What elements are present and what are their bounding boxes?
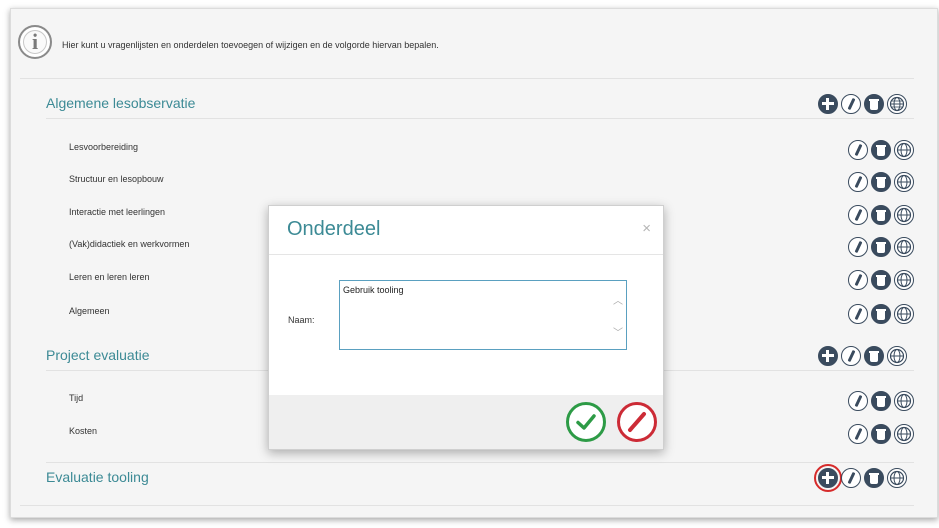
item-actions — [848, 140, 914, 160]
list-item-interactie[interactable]: Interactie met leerlingen — [69, 207, 165, 217]
dialog-title: Onderdeel — [287, 218, 381, 240]
item-actions — [848, 237, 914, 257]
delete-trash-icon[interactable] — [871, 172, 891, 192]
item-actions — [848, 391, 914, 411]
delete-trash-icon[interactable] — [871, 391, 891, 411]
list-item-structuur[interactable]: Structuur en lesopbouw — [69, 174, 164, 184]
item-actions — [848, 172, 914, 192]
add-item-plus-icon[interactable] — [818, 346, 838, 366]
confirm-button[interactable] — [566, 402, 606, 442]
add-item-plus-icon[interactable] — [818, 94, 838, 114]
section-title-project-evaluatie[interactable]: Project evaluatie — [46, 347, 150, 363]
translate-globe-icon[interactable] — [887, 94, 907, 114]
info-divider — [20, 78, 914, 79]
dialog-header: Onderdeel × — [269, 206, 663, 255]
bottom-divider — [20, 505, 914, 506]
section-divider — [46, 118, 914, 119]
list-item-leren[interactable]: Leren en leren leren — [69, 272, 150, 282]
delete-trash-icon[interactable] — [864, 468, 884, 488]
edit-pencil-icon[interactable] — [841, 94, 861, 114]
scroll-up-icon[interactable]: ︿ — [613, 292, 623, 307]
translate-globe-icon[interactable] — [894, 304, 914, 324]
delete-trash-icon[interactable] — [871, 424, 891, 444]
delete-trash-icon[interactable] — [871, 140, 891, 160]
translate-globe-icon[interactable] — [894, 270, 914, 290]
edit-pencil-icon[interactable] — [848, 140, 868, 160]
item-actions — [848, 205, 914, 225]
translate-globe-icon[interactable] — [894, 424, 914, 444]
edit-pencil-icon[interactable] — [848, 304, 868, 324]
delete-trash-icon[interactable] — [871, 304, 891, 324]
section-title-evaluatie-tooling[interactable]: Evaluatie tooling — [46, 469, 149, 485]
delete-trash-icon[interactable] — [864, 94, 884, 114]
name-field[interactable] — [339, 280, 627, 350]
edit-pencil-icon[interactable] — [848, 424, 868, 444]
item-actions — [848, 270, 914, 290]
list-item-vakdidactiek[interactable]: (Vak)didactiek en werkvormen — [69, 239, 189, 249]
name-label: Naam: — [288, 315, 315, 325]
edit-pencil-icon[interactable] — [848, 237, 868, 257]
edit-pencil-icon[interactable] — [848, 172, 868, 192]
translate-globe-icon[interactable] — [894, 237, 914, 257]
onderdeel-dialog: Onderdeel × Naam: ︿ ﹀ — [268, 205, 664, 450]
translate-globe-icon[interactable] — [894, 205, 914, 225]
section-actions-2 — [818, 346, 907, 366]
edit-pencil-icon[interactable] — [848, 205, 868, 225]
info-bar: i Hier kunt u vragenlijsten en onderdele… — [10, 10, 914, 70]
translate-globe-icon[interactable] — [887, 468, 907, 488]
translate-globe-icon[interactable] — [887, 346, 907, 366]
translate-globe-icon[interactable] — [894, 140, 914, 160]
info-text: Hier kunt u vragenlijsten en onderdelen … — [62, 40, 439, 50]
info-icon: i — [18, 25, 52, 59]
check-icon — [576, 414, 596, 430]
list-item-lesvoorbereiding[interactable]: Lesvoorbereiding — [69, 142, 138, 152]
edit-pencil-icon[interactable] — [841, 468, 861, 488]
item-actions — [848, 424, 914, 444]
add-item-plus-icon[interactable] — [814, 464, 842, 492]
delete-trash-icon[interactable] — [864, 346, 884, 366]
cancel-button[interactable] — [617, 402, 657, 442]
delete-trash-icon[interactable] — [871, 205, 891, 225]
cancel-slash-icon — [628, 412, 646, 432]
section-divider — [46, 462, 914, 463]
translate-globe-icon[interactable] — [894, 172, 914, 192]
edit-pencil-icon[interactable] — [848, 391, 868, 411]
scroll-down-icon[interactable]: ﹀ — [613, 324, 623, 339]
list-item-algemeen[interactable]: Algemeen — [69, 306, 110, 316]
section-actions-3 — [814, 464, 907, 492]
edit-pencil-icon[interactable] — [848, 270, 868, 290]
list-item-tijd[interactable]: Tijd — [69, 393, 83, 403]
delete-trash-icon[interactable] — [871, 237, 891, 257]
section-actions-1 — [818, 94, 907, 114]
list-item-kosten[interactable]: Kosten — [69, 426, 97, 436]
item-actions — [848, 304, 914, 324]
edit-pencil-icon[interactable] — [841, 346, 861, 366]
translate-globe-icon[interactable] — [894, 391, 914, 411]
close-icon[interactable]: × — [642, 220, 651, 237]
section-title-algemene-lesobservatie[interactable]: Algemene lesobservatie — [46, 95, 195, 111]
delete-trash-icon[interactable] — [871, 270, 891, 290]
